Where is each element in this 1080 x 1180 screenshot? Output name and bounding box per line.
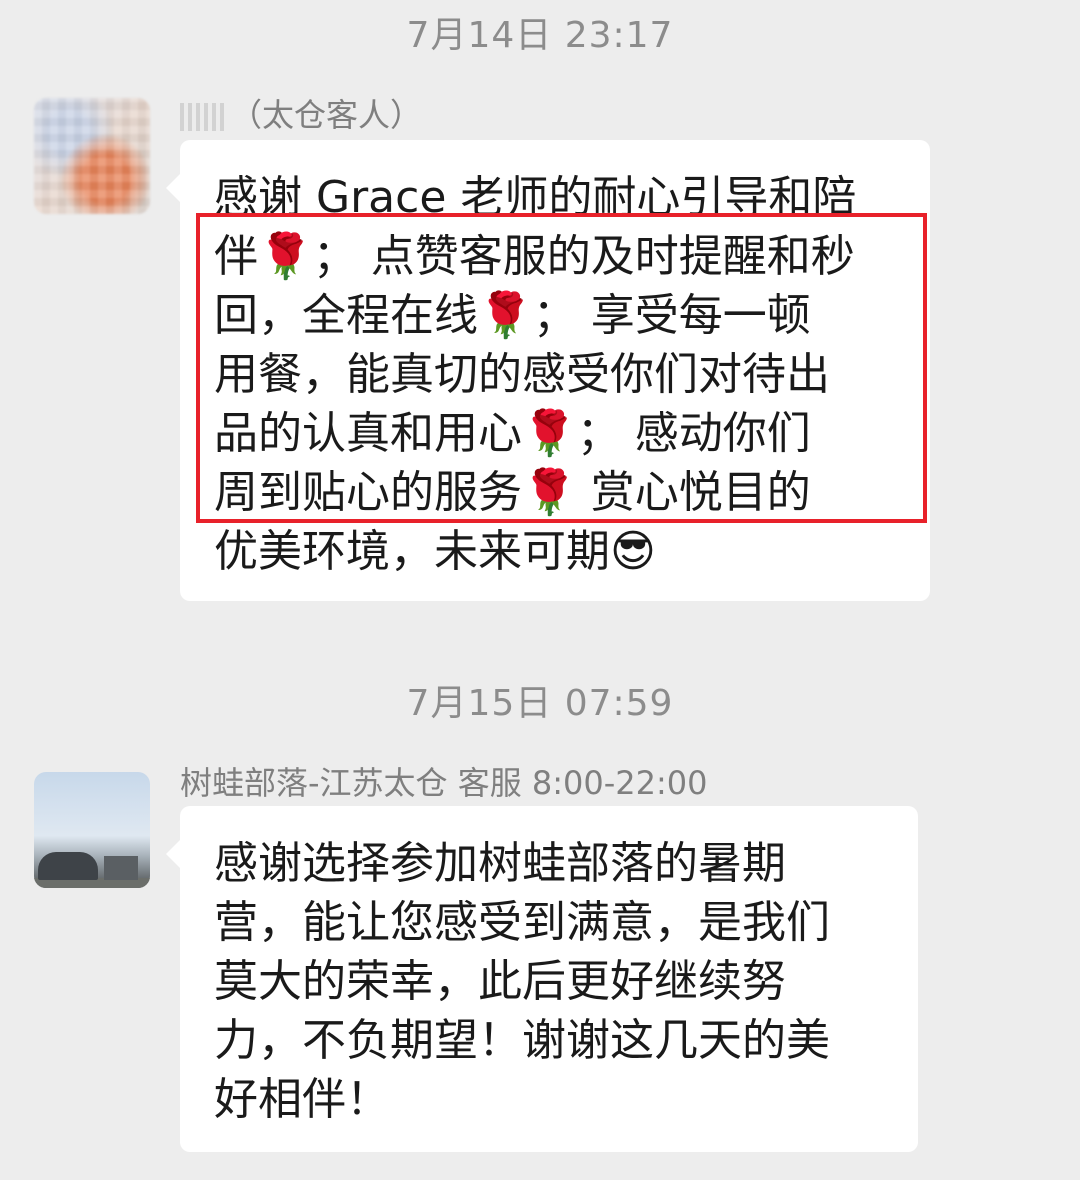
avatar-building [104, 856, 138, 880]
customer-avatar[interactable] [34, 98, 150, 214]
message-line: 力，不负期望！谢谢这几天的美 [214, 1015, 830, 1066]
timestamp-second: 7月15日 07:59 [406, 683, 674, 724]
sender-name-service: 树蛙部落-江苏太仓 客服 8:00-22:00 [180, 764, 708, 802]
message-line: 好相伴！ [214, 1074, 390, 1125]
highlight-box [196, 213, 927, 523]
sender-suffix: （太仓客人） [230, 96, 423, 134]
avatar-building [38, 852, 98, 880]
service-avatar[interactable] [34, 772, 150, 888]
message-line: 优美环境，未来可期😎 [214, 526, 656, 577]
blurred-name [180, 103, 224, 131]
timestamp-first: 7月14日 23:17 [406, 15, 674, 56]
message-bubble-service[interactable]: 感谢选择参加树蛙部落的暑期 营，能让您感受到满意，是我们 莫大的荣幸，此后更好继… [166, 806, 918, 1152]
message-line: 莫大的荣幸，此后更好继续努 [214, 956, 786, 1007]
message-line: 营，能让您感受到满意，是我们 [214, 897, 830, 948]
message-line: 感谢选择参加树蛙部落的暑期 [214, 838, 786, 889]
sender-name-customer: （太仓客人） [180, 90, 422, 136]
